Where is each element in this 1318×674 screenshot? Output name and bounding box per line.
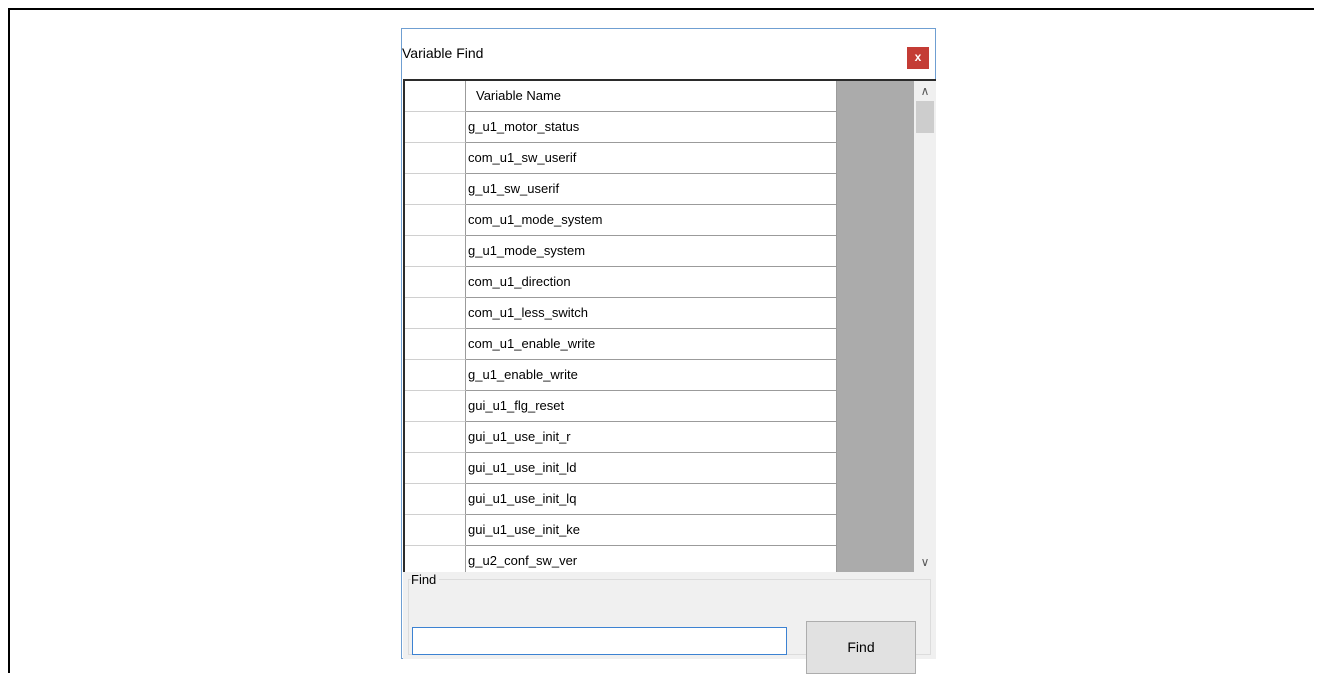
variable-find-dialog: Variable Find x Variable Name g_u1_motor… — [401, 28, 936, 674]
row-header-cell[interactable] — [405, 174, 466, 205]
variable-name-cell[interactable]: gui_u1_flg_reset — [466, 391, 837, 422]
variable-name-cell[interactable]: gui_u1_use_init_ld — [466, 453, 837, 484]
table-row[interactable]: gui_u1_use_init_ke — [405, 515, 837, 546]
variable-name-cell[interactable]: com_u1_sw_userif — [466, 143, 837, 174]
variable-name-cell[interactable]: g_u1_mode_system — [466, 236, 837, 267]
table-row[interactable]: g_u2_conf_sw_ver — [405, 546, 837, 572]
row-header-corner — [405, 81, 466, 112]
close-button[interactable]: x — [907, 47, 929, 69]
table-row[interactable]: g_u1_enable_write — [405, 360, 837, 391]
variable-name-cell[interactable]: g_u1_sw_userif — [466, 174, 837, 205]
find-button[interactable]: Find — [806, 621, 916, 674]
grid-header-row: Variable Name — [405, 81, 837, 112]
find-input[interactable] — [412, 627, 787, 655]
variable-grid[interactable]: Variable Name g_u1_motor_status com_u1_sw… — [403, 79, 936, 572]
row-header-cell[interactable] — [405, 515, 466, 546]
dialog-title: Variable Find — [402, 45, 484, 61]
row-header-cell[interactable] — [405, 360, 466, 391]
variable-name-cell[interactable]: com_u1_direction — [466, 267, 837, 298]
row-header-cell[interactable] — [405, 267, 466, 298]
table-row[interactable]: g_u1_mode_system — [405, 236, 837, 267]
row-header-cell[interactable] — [405, 205, 466, 236]
variable-name-cell[interactable]: g_u2_conf_sw_ver — [466, 546, 837, 572]
scroll-down-icon[interactable]: ∨ — [914, 552, 936, 572]
close-icon: x — [914, 50, 922, 64]
table-row[interactable]: com_u1_mode_system — [405, 205, 837, 236]
scroll-thumb[interactable] — [916, 101, 934, 133]
variable-name-cell[interactable]: gui_u1_use_init_lq — [466, 484, 837, 515]
row-header-cell[interactable] — [405, 484, 466, 515]
variable-name-cell[interactable]: gui_u1_use_init_ke — [466, 515, 837, 546]
table-row[interactable]: com_u1_sw_userif — [405, 143, 837, 174]
table-row[interactable]: gui_u1_use_init_ld — [405, 453, 837, 484]
grid-table: Variable Name g_u1_motor_status com_u1_sw… — [405, 81, 837, 572]
table-row[interactable]: com_u1_enable_write — [405, 329, 837, 360]
table-row[interactable]: gui_u1_flg_reset — [405, 391, 837, 422]
row-header-cell[interactable] — [405, 546, 466, 572]
table-row[interactable]: g_u1_motor_status — [405, 112, 837, 143]
row-header-cell[interactable] — [405, 391, 466, 422]
title-bar: Variable Find x — [402, 29, 935, 79]
row-header-cell[interactable] — [405, 298, 466, 329]
variable-name-cell[interactable]: gui_u1_use_init_r — [466, 422, 837, 453]
row-header-cell[interactable] — [405, 453, 466, 484]
variable-name-cell[interactable]: com_u1_less_switch — [466, 298, 837, 329]
row-header-cell[interactable] — [405, 112, 466, 143]
find-group: Find Find — [403, 572, 936, 674]
table-row[interactable]: g_u1_sw_userif — [405, 174, 837, 205]
table-row[interactable]: com_u1_less_switch — [405, 298, 837, 329]
table-row[interactable]: gui_u1_use_init_lq — [405, 484, 837, 515]
table-row[interactable]: gui_u1_use_init_r — [405, 422, 837, 453]
variable-name-cell[interactable]: g_u1_motor_status — [466, 112, 837, 143]
variable-name-cell[interactable]: com_u1_mode_system — [466, 205, 837, 236]
vertical-scrollbar[interactable]: ∧ ∨ — [914, 81, 936, 572]
column-header-variable-name[interactable]: Variable Name — [466, 81, 837, 112]
table-row[interactable]: com_u1_direction — [405, 267, 837, 298]
find-group-label: Find — [411, 572, 440, 587]
row-header-cell[interactable] — [405, 143, 466, 174]
scroll-up-icon[interactable]: ∧ — [914, 81, 936, 101]
variable-name-cell[interactable]: g_u1_enable_write — [466, 360, 837, 391]
row-header-cell[interactable] — [405, 422, 466, 453]
row-header-cell[interactable] — [405, 329, 466, 360]
row-header-cell[interactable] — [405, 236, 466, 267]
variable-name-cell[interactable]: com_u1_enable_write — [466, 329, 837, 360]
